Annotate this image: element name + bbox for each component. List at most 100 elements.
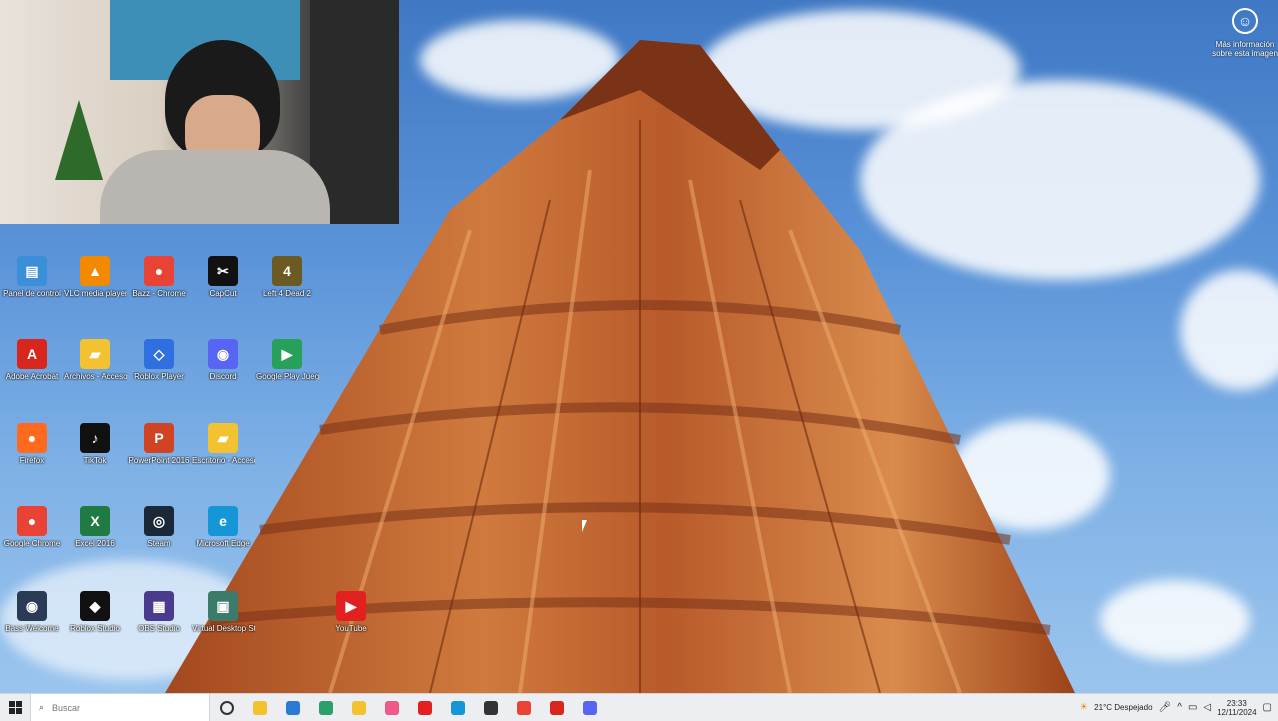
desktop-icon[interactable]: ● Bazz - Chrome bbox=[127, 250, 191, 312]
desktop-icon-label: PowerPoint 2016 bbox=[128, 456, 190, 465]
taskbar-app-list bbox=[210, 694, 606, 721]
taskbar-app[interactable] bbox=[474, 694, 507, 721]
windows-icon bbox=[8, 701, 22, 714]
account-circle-icon[interactable]: ☺ bbox=[1232, 8, 1258, 34]
taskbar-app[interactable] bbox=[375, 694, 408, 721]
taskbar: ⌕ ☀ 21°C Despejado 🎤︎ ^ ▭ ◁ 23:33 12/11/… bbox=[0, 693, 1278, 721]
taskbar-app[interactable] bbox=[408, 694, 441, 721]
desktop-icon[interactable]: ▦ OBS Studio bbox=[127, 585, 191, 647]
webcam-person-body bbox=[100, 150, 330, 224]
folder-icon: ▰ bbox=[208, 423, 238, 453]
youtube-icon: ▶ bbox=[336, 591, 366, 621]
desktop-icon[interactable]: X Excel 2016 bbox=[63, 500, 127, 562]
desktop-icon[interactable]: ▤ Panel de control bbox=[0, 250, 64, 312]
webcam-overlay bbox=[0, 0, 399, 224]
volume-icon[interactable]: ◁ bbox=[1203, 702, 1211, 713]
desktop-icon-label: Roblox Studio bbox=[70, 624, 120, 633]
desktop-icon-label: VLC media player bbox=[64, 289, 127, 298]
weather-icon: ☀ bbox=[1079, 702, 1089, 713]
obs-icon bbox=[483, 700, 498, 715]
desktop-icon[interactable]: ▰ Escritorio - Acceso directo bbox=[191, 417, 255, 479]
edge-icon: e bbox=[208, 506, 238, 536]
taskbar-app[interactable] bbox=[210, 694, 243, 721]
chrome-icon bbox=[516, 700, 531, 715]
desktop-icon[interactable]: ▲ VLC media player bbox=[63, 250, 127, 312]
desktop-icon-label: Bazz - Chrome bbox=[132, 289, 186, 298]
obs-icon: ▦ bbox=[144, 591, 174, 621]
taskbar-app[interactable] bbox=[507, 694, 540, 721]
roblox-icon: ◇ bbox=[144, 339, 174, 369]
desktop-icon-label: Adobe Acrobat bbox=[5, 372, 59, 381]
wallpaper-info-text[interactable]: Más información sobre esta imagen bbox=[1212, 40, 1278, 58]
taskbar-search[interactable]: ⌕ bbox=[30, 694, 210, 721]
folder-icon bbox=[351, 700, 366, 715]
desktop-icon[interactable]: ▶ YouTube bbox=[319, 585, 383, 647]
desktop-icon[interactable]: ◎ Steam bbox=[127, 500, 191, 562]
desktop-icon-label: Bass Welcome bbox=[5, 624, 59, 633]
copilot-icon bbox=[384, 700, 399, 715]
discord-icon: ◉ bbox=[208, 339, 238, 369]
search-input[interactable] bbox=[50, 701, 175, 714]
system-tray: ☀ 21°C Despejado 🎤︎ ^ ▭ ◁ 23:33 12/11/20… bbox=[1079, 694, 1278, 721]
start-button[interactable] bbox=[0, 694, 30, 721]
desktop-icon[interactable]: ◉ Discord bbox=[191, 333, 255, 395]
desktop-icon[interactable]: ◆ Roblox Studio bbox=[63, 585, 127, 647]
desktop-icon-label: Discord bbox=[209, 372, 237, 381]
taskbar-app[interactable] bbox=[540, 694, 573, 721]
taskbar-app[interactable] bbox=[573, 694, 606, 721]
youtube-icon bbox=[417, 700, 432, 715]
clock[interactable]: 23:33 12/11/2024 bbox=[1217, 699, 1256, 717]
desktop-icon-label: Left 4 Dead 2 bbox=[262, 289, 312, 298]
desktop-icon-label: CapCut bbox=[209, 289, 237, 298]
desktop-icon-label: Panel de control bbox=[3, 289, 61, 298]
desktop-icon-label: YouTube bbox=[335, 624, 367, 633]
desktop-icon[interactable]: ● Firefox bbox=[0, 417, 64, 479]
desktop-icon[interactable]: ◇ Roblox Player bbox=[127, 333, 191, 395]
desktop-icon[interactable]: ● Google Chrome bbox=[0, 500, 64, 562]
desktop-icon[interactable]: 4 Left 4 Dead 2 bbox=[255, 250, 319, 312]
desktop-icon[interactable]: ✂ CapCut bbox=[191, 250, 255, 312]
capcut-icon: ✂ bbox=[208, 256, 238, 286]
taskbar-app[interactable] bbox=[309, 694, 342, 721]
taskbar-app[interactable] bbox=[441, 694, 474, 721]
desktop-icon-label: Escritorio - Acceso directo bbox=[192, 456, 255, 465]
desktop-icon-label: Roblox Player bbox=[134, 372, 184, 381]
left4dead-icon: 4 bbox=[272, 256, 302, 286]
desktop-icon-label: Archivos - Acceso directo bbox=[64, 372, 127, 381]
desktop-icon-label: TikTok bbox=[83, 456, 107, 465]
mail-icon bbox=[285, 700, 300, 715]
desktop-icon-label: Excel 2016 bbox=[75, 539, 115, 548]
desktop-icon[interactable]: e Microsoft Edge bbox=[191, 500, 255, 562]
network-icon[interactable]: ▭ bbox=[1188, 702, 1197, 713]
desktop-icon[interactable]: ▶ Google Play Juegos bbox=[255, 333, 319, 395]
task-view-icon bbox=[219, 700, 234, 715]
notification-center-icon[interactable]: ▢ bbox=[1263, 702, 1272, 713]
desktop-icon[interactable]: A Adobe Acrobat bbox=[0, 333, 64, 395]
taskbar-app[interactable] bbox=[243, 694, 276, 721]
control-panel-icon: ▤ bbox=[17, 256, 47, 286]
desktop-icon[interactable]: ◉ Bass Welcome bbox=[0, 585, 64, 647]
desktop-icon-label: Google Play Juegos bbox=[256, 372, 319, 381]
excel-icon: X bbox=[80, 506, 110, 536]
desktop-icon[interactable]: ♪ TikTok bbox=[63, 417, 127, 479]
weather-text[interactable]: 21°C Despejado bbox=[1094, 703, 1152, 712]
folder-icon: ▰ bbox=[80, 339, 110, 369]
microphone-icon[interactable]: 🎤︎ bbox=[1159, 702, 1172, 713]
desktop-icon[interactable]: ▣ Virtual Desktop Streamer bbox=[191, 585, 255, 647]
chevron-up-icon[interactable]: ^ bbox=[1177, 702, 1182, 713]
search-icon: ⌕ bbox=[39, 702, 45, 712]
mouse-cursor bbox=[582, 520, 587, 532]
taskbar-app[interactable] bbox=[342, 694, 375, 721]
desktop-icon[interactable]: ▰ Archivos - Acceso directo bbox=[63, 333, 127, 395]
desktop-icon-label: Virtual Desktop Streamer bbox=[192, 624, 255, 633]
tiktok-icon: ♪ bbox=[80, 423, 110, 453]
taskbar-app[interactable] bbox=[276, 694, 309, 721]
vlc-icon: ▲ bbox=[80, 256, 110, 286]
firefox-icon: ● bbox=[17, 423, 47, 453]
clock-time: 23:33 bbox=[1226, 698, 1247, 708]
edge-icon bbox=[450, 700, 465, 715]
desktop-icon-label: Microsoft Edge bbox=[196, 539, 250, 548]
desktop-icon-label: Google Chrome bbox=[3, 539, 61, 548]
google-play-icon: ▶ bbox=[272, 339, 302, 369]
desktop-icon[interactable]: P PowerPoint 2016 bbox=[127, 417, 191, 479]
